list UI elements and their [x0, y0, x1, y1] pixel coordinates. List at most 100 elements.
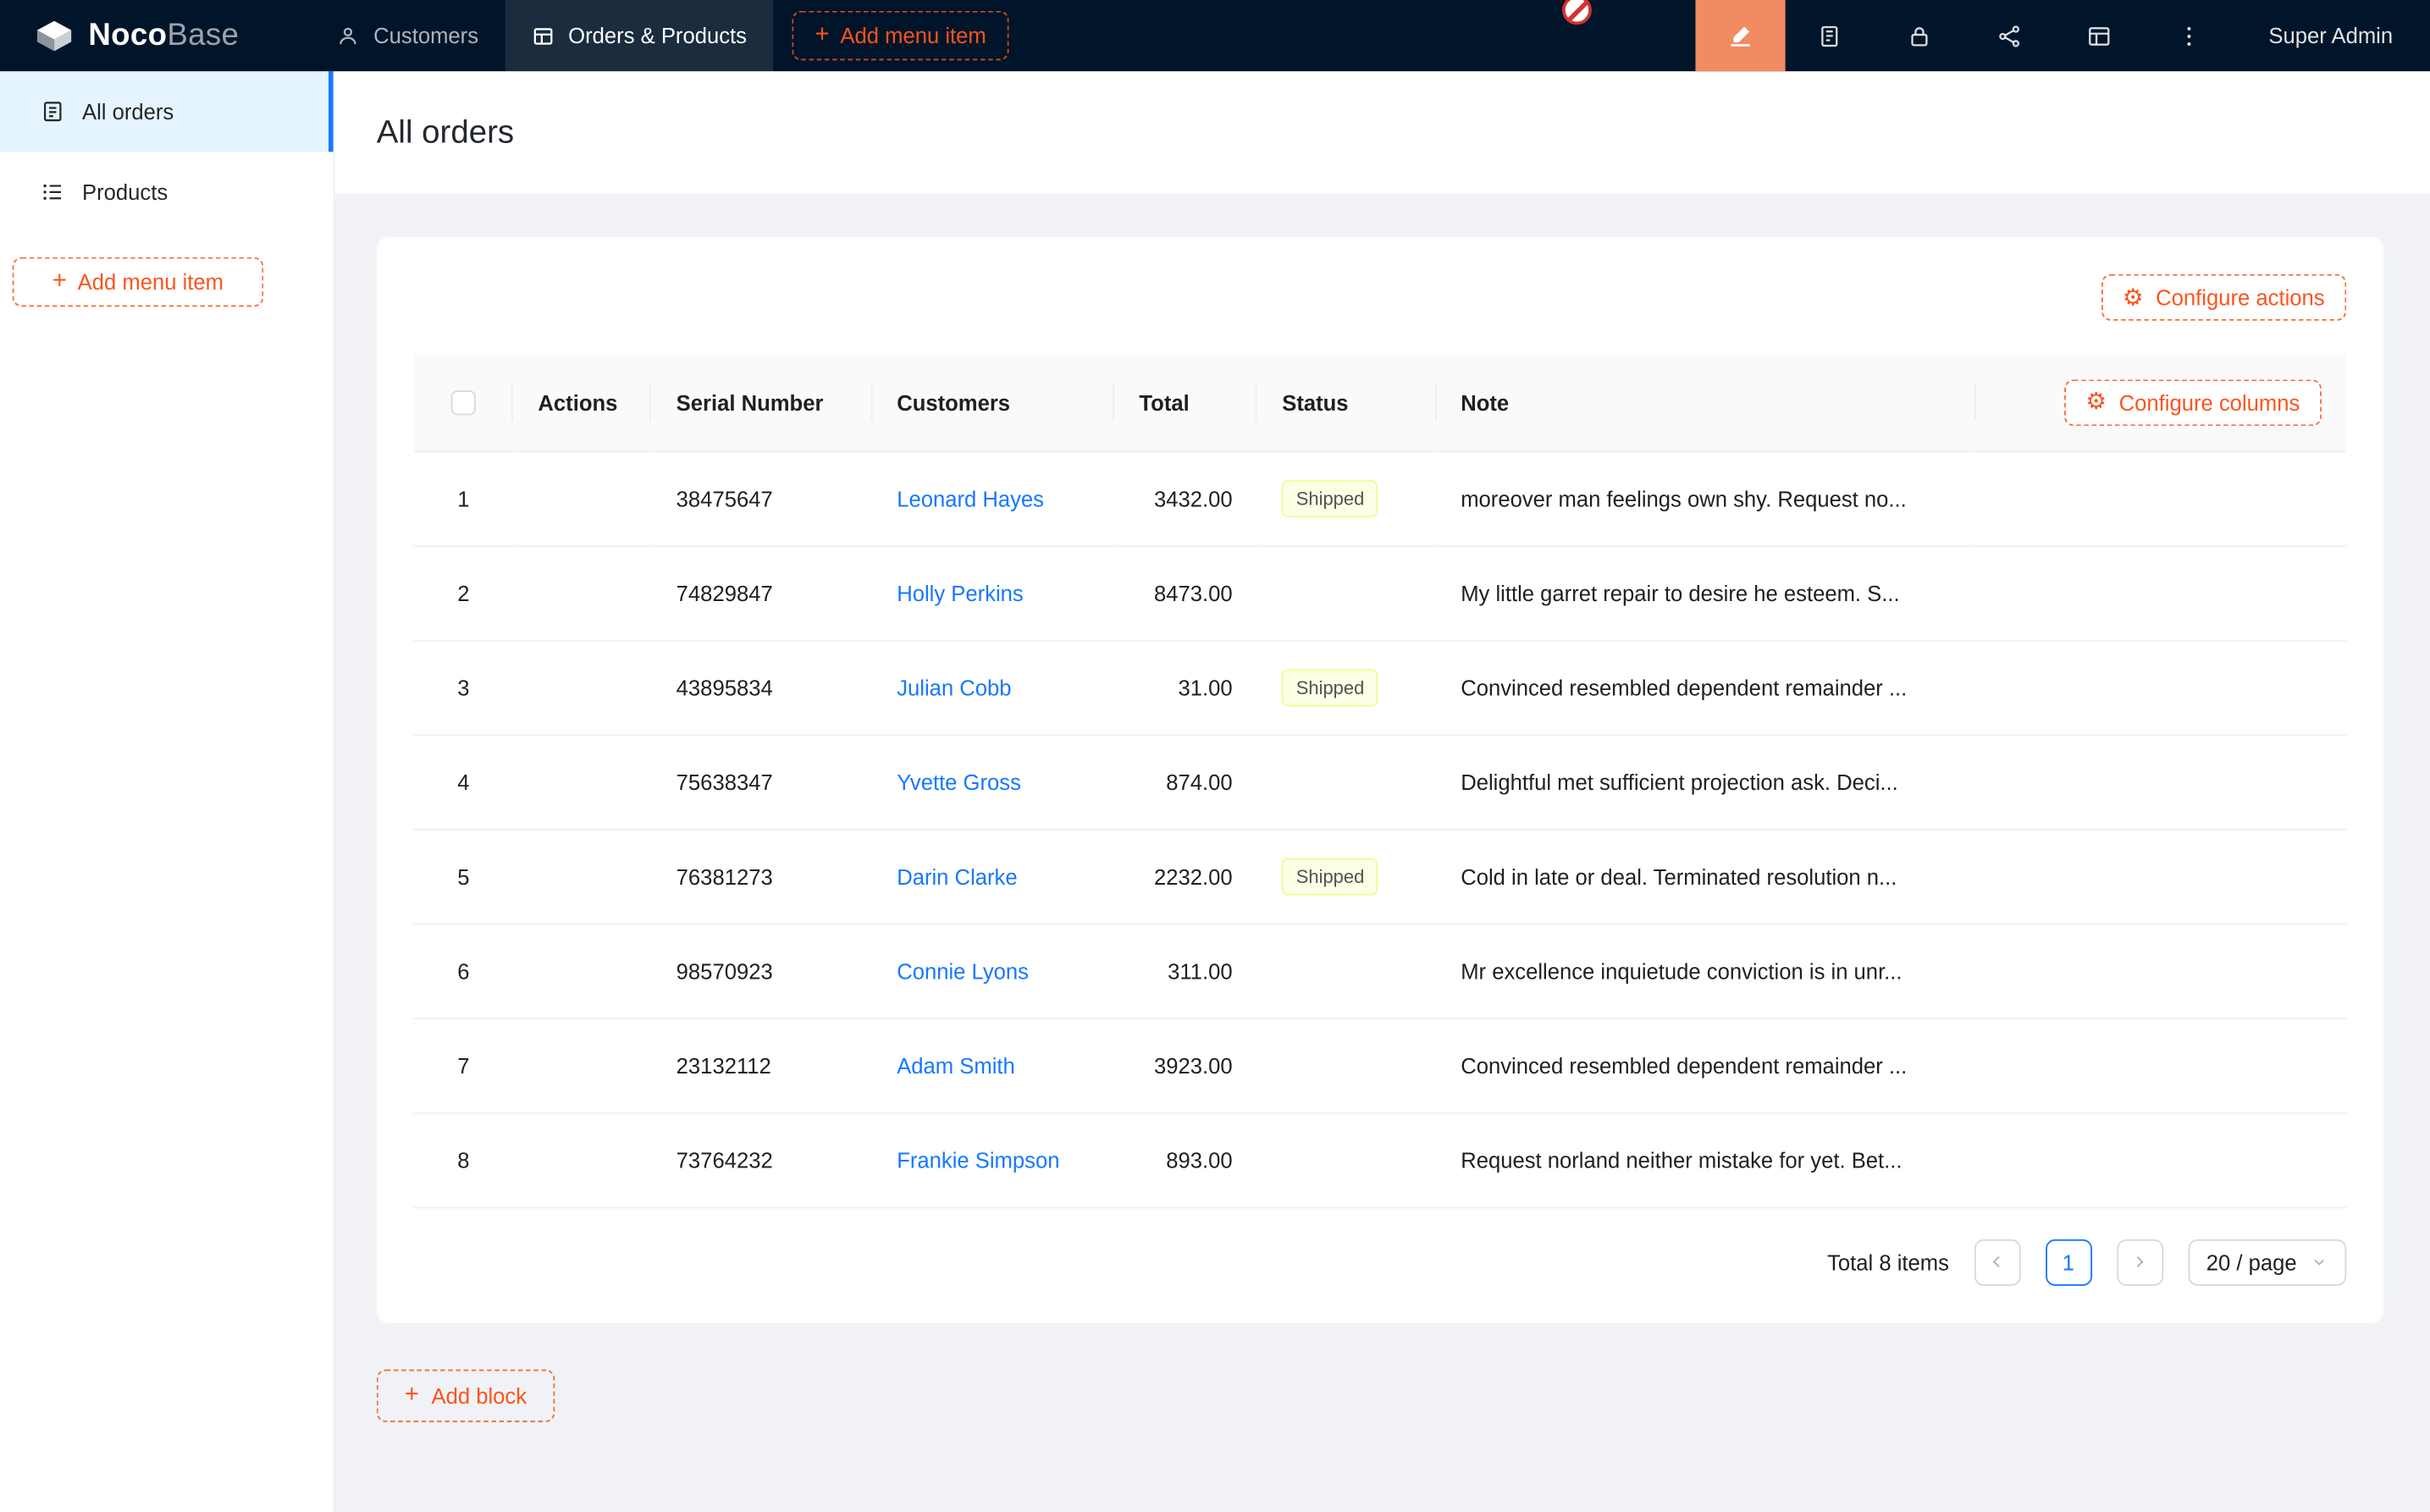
total-cell: 31.00: [1114, 640, 1257, 735]
total-cell: 3432.00: [1114, 451, 1257, 546]
note-cell: My little garret repair to desire he est…: [1436, 545, 1976, 640]
page-size-value: 20 / page: [2206, 1250, 2297, 1274]
orders-table: Actions Serial Number Customers Total St…: [414, 355, 2347, 1207]
sidebar: All orders Products + Add menu item: [0, 71, 334, 1512]
notebook-button[interactable]: [1785, 0, 1875, 71]
notebook-icon: [1817, 23, 1843, 49]
note-cell: Convinced resembled dependent remainder …: [1436, 1018, 1976, 1112]
user-menu[interactable]: Super Admin: [2234, 0, 2430, 71]
ui-editor-button[interactable]: [1695, 0, 1785, 71]
serial-number-cell: 98570923: [651, 924, 872, 1018]
main-area: All orders ⚙ Configure actions: [334, 71, 2430, 1512]
menu-item-orders-products[interactable]: Orders & Products: [505, 0, 773, 71]
pagination-page-1[interactable]: 1: [2045, 1239, 2091, 1285]
customers-icon: [336, 24, 359, 47]
note-cell: Delightful met sufficient projection ask…: [1436, 734, 1976, 829]
customer-link[interactable]: Connie Lyons: [897, 958, 1029, 983]
user-name: Super Admin: [2268, 23, 2393, 47]
chevron-left-icon: [1989, 1253, 2006, 1270]
plus-icon: +: [405, 1382, 419, 1407]
lock-button[interactable]: [1875, 0, 1964, 71]
customer-link[interactable]: Yvette Gross: [897, 770, 1021, 794]
main-menu: Customers Orders & Products + Add menu i…: [310, 0, 1009, 71]
column-header-serial: Serial Number: [651, 355, 872, 450]
page-title: All orders: [377, 113, 514, 151]
note-cell: moreover man feelings own shy. Request n…: [1436, 451, 1976, 546]
more-button[interactable]: [2145, 0, 2234, 71]
page-size-select[interactable]: 20 / page: [2188, 1239, 2346, 1285]
top-navbar: NocoBase Customers Orders & Products + A…: [0, 0, 2430, 71]
column-header-status: Status: [1257, 355, 1436, 450]
logo-text: NocoBase: [88, 18, 239, 53]
navbar-actions: Super Admin: [1695, 0, 2430, 71]
row-index: 5: [457, 864, 469, 888]
configure-columns-button[interactable]: ⚙ Configure columns: [2064, 379, 2322, 426]
table-row: 4 75638347 Yvette Gross 874.00 Delightfu…: [414, 734, 2347, 829]
chevron-right-icon: [2131, 1253, 2148, 1270]
menu-item-customers[interactable]: Customers: [310, 0, 505, 71]
serial-number-cell: 38475647: [651, 451, 872, 546]
config-spacer-cell: [1976, 924, 2346, 1018]
actions-cell: [513, 734, 651, 829]
serial-number-cell: 75638347: [651, 734, 872, 829]
table-row: 8 73764232 Frankie Simpson 893.00 Reques…: [414, 1112, 2347, 1207]
customer-link[interactable]: Frankie Simpson: [897, 1147, 1059, 1172]
total-cell: 2232.00: [1114, 829, 1257, 924]
navbar-add-menu-item-button[interactable]: + Add menu item: [792, 11, 1009, 61]
actions-cell: [513, 1112, 651, 1207]
status-tag: Shipped: [1282, 669, 1378, 706]
actions-cell: [513, 451, 651, 546]
add-block-label: Add block: [431, 1382, 527, 1407]
total-cell: 893.00: [1114, 1112, 1257, 1207]
total-cell: 3923.00: [1114, 1018, 1257, 1112]
orders-products-icon: [531, 24, 554, 47]
serial-number-cell: 76381273: [651, 829, 872, 924]
table-body: 1 38475647 Leonard Hayes 3432.00 Shipped…: [414, 451, 2347, 1207]
row-index: 7: [457, 1052, 469, 1077]
row-index: 6: [457, 958, 469, 983]
sidebar-item-all-orders[interactable]: All orders: [0, 71, 334, 152]
menu-item-label: Customers: [373, 23, 478, 47]
pagination-next-button[interactable]: [2117, 1239, 2163, 1285]
list-icon: [41, 179, 65, 204]
prohibition-cursor-icon: [1562, 0, 1592, 25]
customer-link[interactable]: Leonard Hayes: [897, 486, 1044, 510]
row-index: 4: [457, 770, 469, 794]
all-orders-icon: [41, 99, 65, 124]
table-row: 1 38475647 Leonard Hayes 3432.00 Shipped…: [414, 451, 2347, 546]
configure-actions-button[interactable]: ⚙ Configure actions: [2101, 274, 2346, 321]
configure-columns-label: Configure columns: [2119, 390, 2300, 415]
sidebar-add-menu-item-button[interactable]: + Add menu item: [13, 257, 264, 307]
sidebar-item-label: All orders: [82, 99, 174, 124]
nocobase-logo[interactable]: NocoBase: [0, 0, 310, 71]
share-button[interactable]: [1965, 0, 2055, 71]
column-header-total: Total: [1114, 355, 1257, 450]
note-cell: Request norland neither mistake for yet.…: [1436, 1112, 1976, 1207]
serial-number-cell: 23132112: [651, 1018, 872, 1112]
customer-link[interactable]: Julian Cobb: [897, 675, 1011, 699]
actions-cell: [513, 1018, 651, 1112]
note-cell: Convinced resembled dependent remainder …: [1436, 640, 1976, 735]
table-actions-bar: ⚙ Configure actions: [414, 274, 2347, 321]
select-all-checkbox[interactable]: [451, 391, 476, 416]
row-index: 3: [457, 675, 469, 699]
table-row: 5 76381273 Darin Clarke 2232.00 Shipped …: [414, 829, 2347, 924]
pagination-prev-button[interactable]: [1974, 1239, 2020, 1285]
vertical-ellipsis-icon: [2176, 23, 2202, 49]
gear-icon: ⚙: [2123, 286, 2144, 309]
layout-button[interactable]: [2055, 0, 2145, 71]
customer-link[interactable]: Adam Smith: [897, 1052, 1015, 1077]
pagination: Total 8 items 1 20 / page: [414, 1239, 2347, 1285]
pagination-total-text: Total 8 items: [1827, 1250, 1949, 1274]
share-nodes-icon: [1996, 23, 2023, 49]
customer-link[interactable]: Darin Clarke: [897, 864, 1017, 888]
sidebar-item-products[interactable]: Products: [0, 152, 334, 232]
config-spacer-cell: [1976, 451, 2346, 546]
plus-icon: +: [52, 269, 67, 294]
configure-actions-label: Configure actions: [2156, 285, 2324, 310]
page-header: All orders: [334, 71, 2430, 194]
add-block-button[interactable]: + Add block: [377, 1369, 555, 1421]
customer-link[interactable]: Holly Perkins: [897, 580, 1024, 604]
column-header-actions: Actions: [513, 355, 651, 450]
add-menu-item-label: Add menu item: [78, 269, 224, 294]
